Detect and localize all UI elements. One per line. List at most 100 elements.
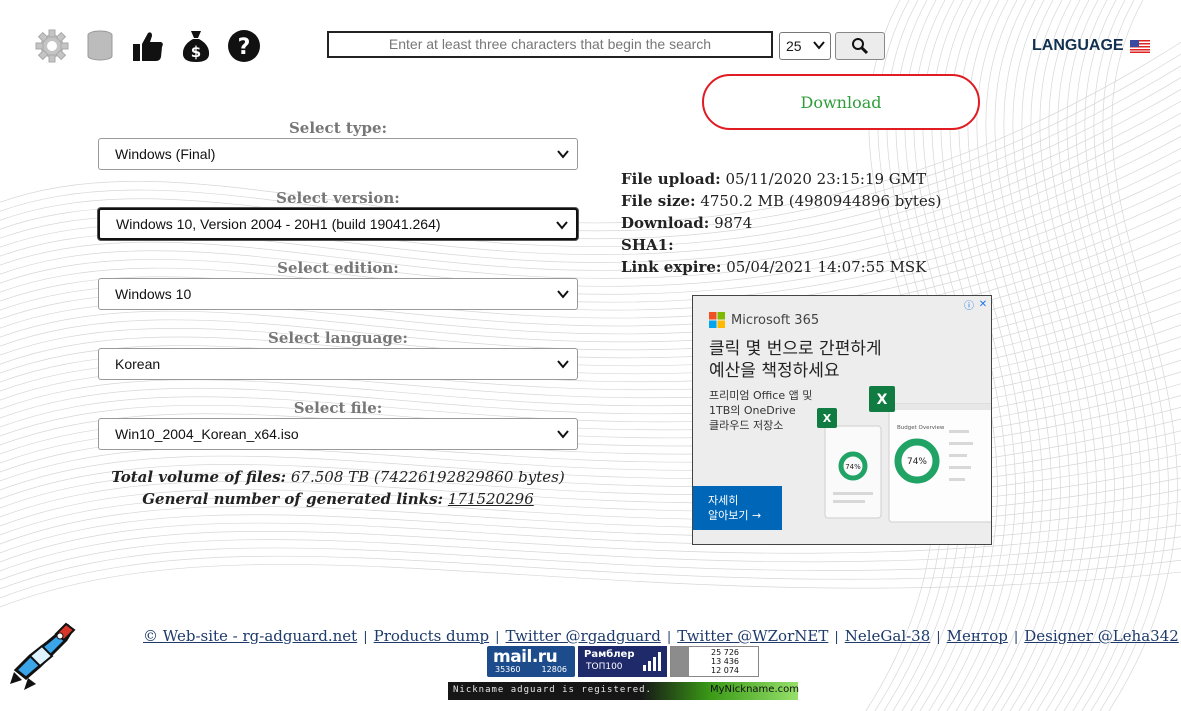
footer-separator: | [834, 630, 839, 645]
file-info: File upload: 05/11/2020 23:15:19 GMT Fil… [621, 168, 941, 278]
select-file[interactable]: Win10_2004_Korean_x64.iso [98, 418, 578, 450]
li-stat-2: 13 436 [711, 657, 739, 666]
nickname-site: MyNickname.com [710, 684, 799, 695]
select-type-value: Windows (Final) [115, 146, 216, 162]
liveinternet-stats: 25 726 13 436 12 074 [711, 648, 739, 675]
us-flag-icon [1129, 39, 1150, 53]
select-file-label: Select file: [293, 399, 383, 417]
mailru-title: mail.ru [493, 647, 558, 667]
nickname-banner[interactable]: Nickname adguard is registered. MyNickna… [448, 682, 799, 700]
select-language[interactable]: Korean [98, 348, 578, 380]
select-type-label: Select type: [288, 119, 388, 137]
footer-separator: | [936, 630, 941, 645]
chevron-down-icon [557, 430, 569, 439]
thumbs-up-icon[interactable] [130, 28, 166, 64]
results-count-value: 25 [786, 38, 802, 54]
ad-brand: Microsoft 365 [709, 312, 819, 328]
background-wave-line [0, 547, 1181, 590]
mailru-count-a: 35360 [495, 665, 521, 674]
search-button[interactable] [835, 32, 885, 60]
links-count-link[interactable]: 171520296 [448, 490, 534, 508]
li-stat-3: 12 074 [711, 666, 739, 675]
background-wave-line [0, 555, 1181, 599]
advertisement[interactable]: ⓘ ✕ Microsoft 365 클릭 몇 번으로 간편하게 예산을 책정하세… [692, 295, 992, 545]
mailru-count-b: 12806 [541, 665, 567, 674]
liveinternet-counter[interactable]: 25 726 13 436 12 074 [670, 646, 759, 677]
svg-text:X: X [877, 392, 888, 408]
svg-text:?: ? [238, 35, 251, 60]
chevron-down-icon [557, 290, 569, 299]
chevron-down-icon [557, 150, 569, 159]
svg-text:X: X [823, 412, 832, 425]
footer-separator: | [363, 630, 368, 645]
background-wave-line [0, 564, 1181, 608]
li-stat-1: 25 726 [711, 648, 739, 657]
select-version[interactable]: Windows 10, Version 2004 - 20H1 (build 1… [98, 208, 578, 240]
select-version-value: Windows 10, Version 2004 - 20H1 (build 1… [116, 216, 441, 232]
toolbar: $ ? [34, 28, 262, 64]
footer-link-products-dump[interactable]: Products dump [374, 627, 490, 645]
sha1-label: SHA1: [621, 236, 674, 254]
expire-label: Link expire: [621, 258, 722, 276]
chevron-down-icon [813, 41, 825, 50]
total-volume-label: Total volume of files: [111, 468, 287, 486]
links-count-label: General number of generated links: [142, 490, 444, 508]
select-language-label: Select language: [268, 329, 408, 347]
footer-link-website[interactable]: © Web-site - rg-adguard.net [143, 627, 357, 645]
ad-pct-b: 74% [907, 457, 927, 467]
liveinternet-logo-icon [671, 647, 689, 676]
site-logo-icon[interactable] [8, 620, 76, 692]
language-menu[interactable]: LANGUAGE [1032, 37, 1150, 55]
upload-value: 05/11/2020 23:15:19 GMT [725, 170, 927, 188]
footer-separator: | [1013, 630, 1019, 645]
nickname-text: Nickname adguard is registered. [453, 685, 652, 695]
info-icon[interactable]: ⓘ [963, 298, 975, 312]
language-label: LANGUAGE [1032, 37, 1124, 54]
svg-text:$: $ [191, 43, 201, 61]
footer-separator: | [666, 630, 672, 645]
ad-choices: ⓘ ✕ [963, 298, 989, 312]
ad-headline-line-1: 클릭 몇 번으로 간편하게 [709, 339, 882, 359]
download-button[interactable]: Download [702, 74, 980, 130]
footer-link-designer[interactable]: Designer @Leha342 [1024, 627, 1179, 645]
select-file-value: Win10_2004_Korean_x64.iso [115, 426, 299, 442]
footer-link-twitter-wzornet[interactable]: Twitter @WZorNET [677, 627, 828, 645]
select-type[interactable]: Windows (Final) [98, 138, 578, 170]
bar-chart-icon [643, 652, 661, 671]
footer-link-twitter-rgadguard[interactable]: Twitter @rgadguard [506, 627, 661, 645]
expire-value: 05/04/2021 14:07:55 MSK [726, 258, 927, 276]
footer-link-mentor[interactable]: Ментор [947, 627, 1008, 645]
footer-link-nelegal[interactable]: NeleGal-38 [845, 627, 931, 645]
ad-cta-line-1: 자세히 [708, 494, 739, 507]
rambler-title: Рамблер [584, 649, 635, 660]
ad-learn-more-button[interactable]: 자세히 알아보기 → [693, 486, 782, 530]
ad-headline-line-2: 예산을 책정하세요 [709, 361, 840, 381]
chevron-down-icon [556, 221, 568, 230]
ad-headline: 클릭 몇 번으로 간편하게 예산을 책정하세요 [709, 338, 959, 382]
rambler-counter[interactable]: Рамблер ТОП100 [578, 646, 667, 677]
ad-brand-name: Microsoft 365 [731, 312, 820, 328]
microsoft-logo-icon [709, 312, 725, 328]
totals: Total volume of files: 67.508 TB (742261… [98, 466, 578, 510]
ad-card-title: Budget Overview [897, 425, 945, 431]
size-label: File size: [621, 192, 696, 210]
money-bag-icon[interactable]: $ [178, 28, 214, 64]
select-edition[interactable]: Windows 10 [98, 278, 578, 310]
footer-links: © Web-site - rg-adguard.net | Products dum… [143, 627, 1179, 645]
rambler-sub: ТОП100 [586, 662, 623, 672]
select-version-label: Select version: [276, 189, 400, 207]
close-icon[interactable]: ✕ [977, 298, 989, 310]
ad-pct-a: 74% [845, 463, 861, 471]
download-count-value: 9874 [714, 214, 753, 232]
total-volume-value: 67.508 TB (74226192829860 bytes) [290, 468, 565, 486]
help-icon[interactable]: ? [226, 28, 262, 64]
size-value: 4750.2 MB (4980944896 bytes) [700, 192, 942, 210]
mailru-counter[interactable]: mail.ru 35360 12806 [487, 646, 575, 677]
background-wave-line [0, 536, 1181, 581]
database-icon[interactable] [82, 28, 118, 64]
gear-icon[interactable] [34, 28, 70, 64]
upload-label: File upload: [621, 170, 721, 188]
ad-cta-line-2: 알아보기 → [708, 509, 762, 522]
results-count-select[interactable]: 25 [779, 32, 831, 60]
search-input[interactable]: Enter at least three characters that beg… [327, 31, 773, 58]
